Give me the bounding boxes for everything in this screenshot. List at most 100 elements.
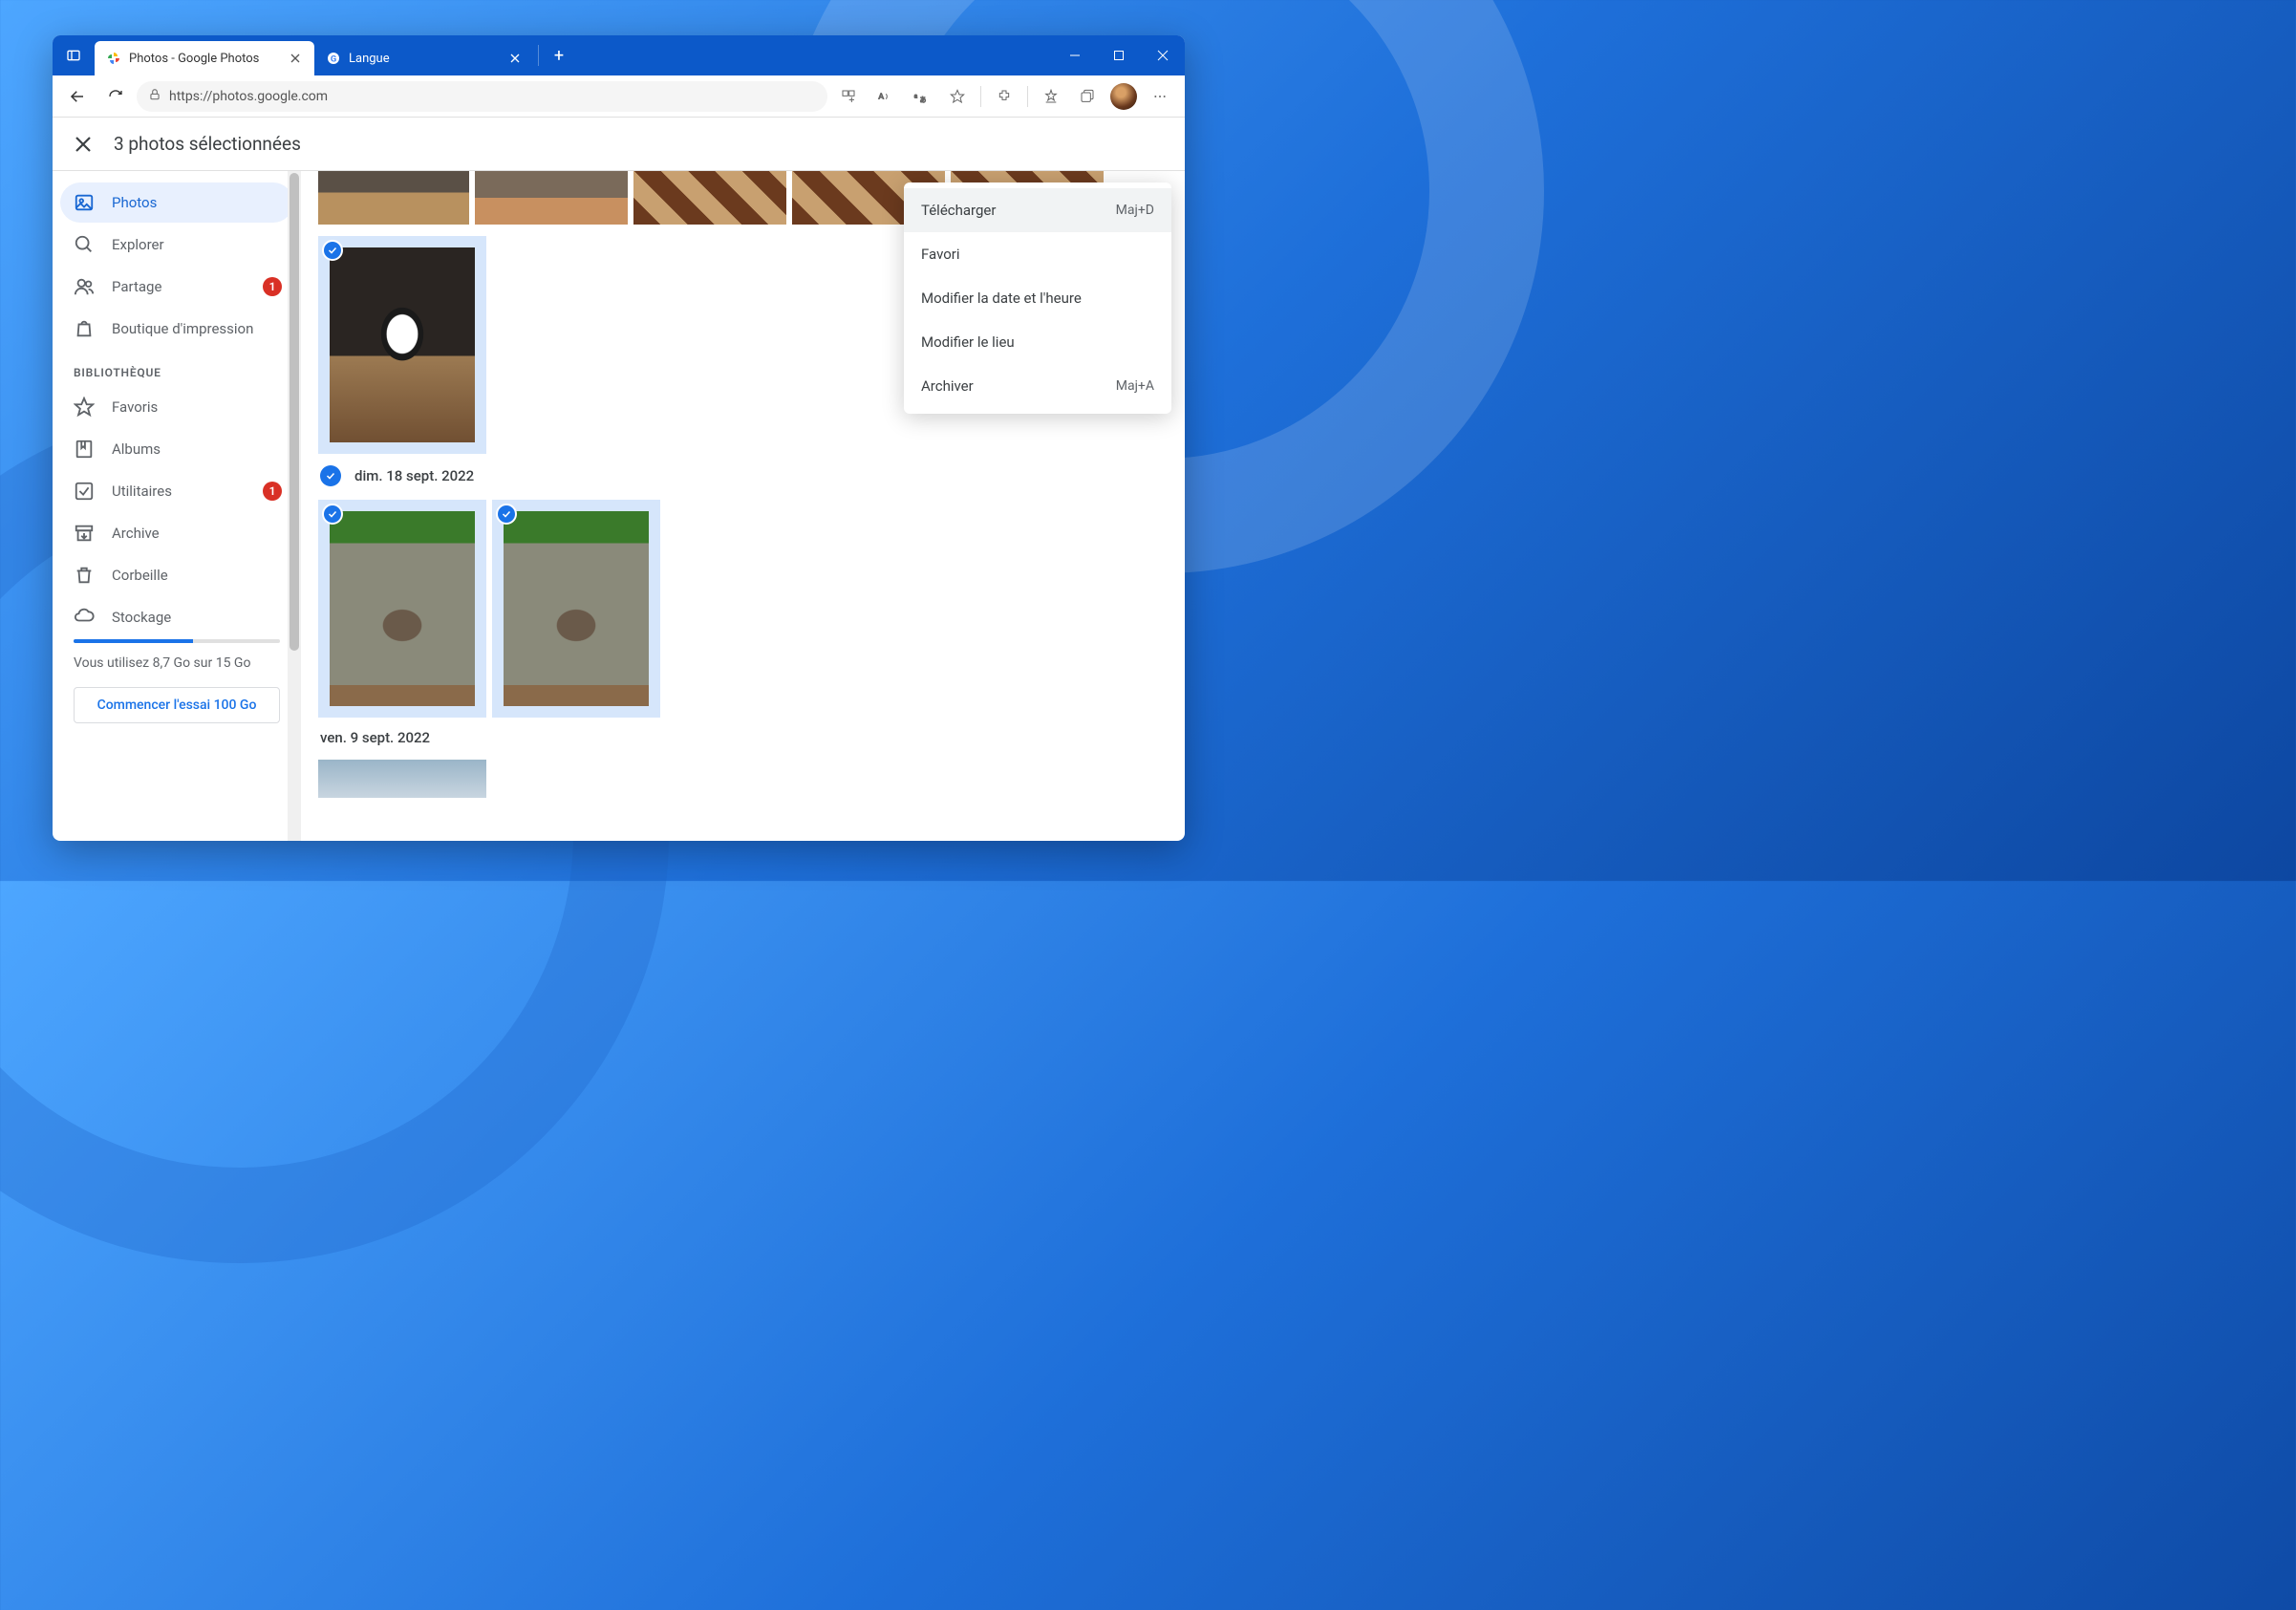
nav-label: Photos: [112, 194, 157, 211]
star-icon: [74, 397, 95, 418]
maximize-button[interactable]: [1097, 35, 1141, 75]
collections-icon[interactable]: [1070, 79, 1105, 114]
menu-item-favori[interactable]: Favori: [904, 232, 1171, 276]
nav-label: Favoris: [112, 398, 158, 416]
titlebar: Photos - Google Photos G Langue +: [53, 35, 1185, 75]
storage-bar: [74, 639, 280, 643]
google-icon: G: [326, 51, 341, 66]
check-icon: [322, 504, 343, 525]
sidebar-item-archive[interactable]: Archive: [60, 513, 293, 553]
nav-label: Boutique d'impression: [112, 320, 253, 338]
menu-item-archiver[interactable]: Archiver Maj+A: [904, 364, 1171, 408]
checkbox-icon: [74, 481, 95, 502]
read-aloud-icon[interactable]: A: [868, 79, 902, 114]
photo-thumbnail[interactable]: [318, 171, 469, 225]
address-bar[interactable]: https://photos.google.com: [137, 81, 827, 112]
sidebar-item-utilitaires[interactable]: Utilitaires 1: [60, 471, 293, 511]
window-controls: [1053, 35, 1185, 75]
favorites-list-icon[interactable]: [1034, 79, 1068, 114]
svg-text:あ: あ: [920, 96, 927, 103]
menu-label: Archiver: [921, 377, 974, 395]
sidebar-item-boutique[interactable]: Boutique d'impression: [60, 309, 293, 349]
browser-tab-inactive[interactable]: G Langue: [314, 41, 534, 75]
menu-label: Télécharger: [921, 202, 996, 219]
date-header[interactable]: dim. 18 sept. 2022: [320, 465, 1185, 486]
bag-icon: [74, 318, 95, 339]
menu-item-modifier-lieu[interactable]: Modifier le lieu: [904, 320, 1171, 364]
tab-close-button[interactable]: [507, 51, 523, 66]
browser-tab-active[interactable]: Photos - Google Photos: [95, 41, 314, 75]
badge: 1: [263, 482, 282, 501]
menu-shortcut: Maj+D: [1116, 203, 1154, 218]
sidebar-item-photos[interactable]: Photos: [60, 182, 293, 223]
date-label: ven. 9 sept. 2022: [320, 729, 430, 746]
tab-actions-button[interactable]: [53, 35, 95, 75]
photo-thumbnail-selected[interactable]: [492, 500, 660, 718]
selection-bar: 3 photos sélectionnées: [53, 118, 1185, 171]
sidebar-item-partage[interactable]: Partage 1: [60, 267, 293, 307]
content-area: Photos Explorer Partage 1 Boutique d'imp…: [53, 171, 1185, 841]
storage-section: Stockage Vous utilisez 8,7 Go sur 15 Go …: [60, 597, 293, 737]
nav-label: Archive: [112, 525, 160, 542]
sidebar-scrollbar[interactable]: [288, 171, 301, 841]
google-photos-icon: [106, 51, 121, 66]
sidebar-item-corbeille[interactable]: Corbeille: [60, 555, 293, 595]
nav-label: Albums: [112, 440, 161, 458]
search-icon: [74, 234, 95, 255]
new-tab-button[interactable]: +: [543, 35, 575, 75]
sidebar-item-favoris[interactable]: Favoris: [60, 387, 293, 427]
sidebar-item-explorer[interactable]: Explorer: [60, 225, 293, 265]
close-window-button[interactable]: [1141, 35, 1185, 75]
menu-label: Modifier la date et l'heure: [921, 290, 1082, 307]
photo-thumbnail[interactable]: [633, 171, 786, 225]
archive-icon: [74, 523, 95, 544]
tab-title: Langue: [349, 52, 390, 66]
image-icon: [74, 192, 95, 213]
check-icon: [496, 504, 517, 525]
photo-thumbnail-selected[interactable]: [318, 236, 486, 454]
context-menu: Télécharger Maj+D Favori Modifier la dat…: [904, 182, 1171, 414]
svg-text:A: A: [878, 92, 884, 101]
tab-title: Photos - Google Photos: [129, 52, 259, 66]
menu-label: Modifier le lieu: [921, 333, 1015, 351]
refresh-button[interactable]: [98, 79, 133, 114]
back-button[interactable]: [60, 79, 95, 114]
sidebar: Photos Explorer Partage 1 Boutique d'imp…: [53, 171, 301, 841]
date-header[interactable]: ven. 9 sept. 2022: [320, 729, 1185, 746]
photo-thumbnail[interactable]: [318, 760, 486, 798]
minimize-button[interactable]: [1053, 35, 1097, 75]
browser-toolbar: https://photos.google.com A aあ: [53, 75, 1185, 118]
storage-label: Stockage: [112, 609, 171, 626]
more-menu-icon[interactable]: [1143, 79, 1177, 114]
badge: 1: [263, 277, 282, 296]
nav-label: Explorer: [112, 236, 164, 253]
trash-icon: [74, 565, 95, 586]
sidebar-item-albums[interactable]: Albums: [60, 429, 293, 469]
nav-label: Utilitaires: [112, 483, 172, 500]
tab-close-button[interactable]: [288, 51, 303, 66]
people-icon: [74, 276, 95, 297]
photo-thumbnail[interactable]: [475, 171, 628, 225]
menu-label: Favori: [921, 246, 960, 263]
extensions-icon[interactable]: [987, 79, 1021, 114]
selection-title: 3 photos sélectionnées: [114, 133, 301, 155]
app-install-icon[interactable]: [831, 79, 866, 114]
menu-item-telecharger[interactable]: Télécharger Maj+D: [904, 188, 1171, 232]
url-text: https://photos.google.com: [169, 89, 328, 104]
library-header: BIBLIOTHÈQUE: [60, 351, 293, 387]
favorites-star-icon[interactable]: [940, 79, 975, 114]
profile-avatar[interactable]: [1106, 79, 1141, 114]
svg-text:G: G: [331, 54, 336, 64]
storage-usage-text: Vous utilisez 8,7 Go sur 15 Go: [74, 655, 280, 674]
cloud-icon: [74, 605, 95, 630]
translate-icon[interactable]: aあ: [904, 79, 938, 114]
menu-item-modifier-date[interactable]: Modifier la date et l'heure: [904, 276, 1171, 320]
storage-cta-button[interactable]: Commencer l'essai 100 Go: [74, 687, 280, 723]
lock-icon: [148, 88, 161, 105]
photo-thumbnail-selected[interactable]: [318, 500, 486, 718]
nav-label: Partage: [112, 278, 161, 295]
svg-text:a: a: [914, 92, 918, 99]
menu-shortcut: Maj+A: [1116, 378, 1154, 394]
browser-window: Photos - Google Photos G Langue +: [53, 35, 1185, 841]
close-selection-button[interactable]: [72, 133, 95, 156]
